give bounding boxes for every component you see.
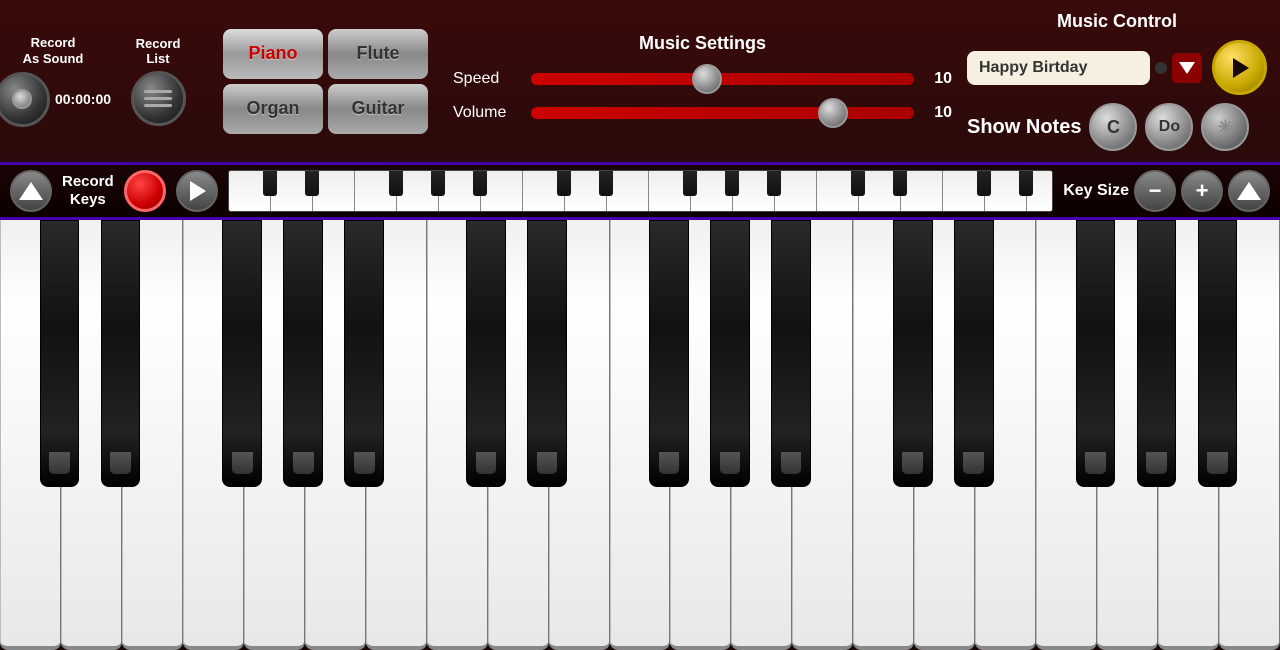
record-list-label-1: Record xyxy=(136,36,181,51)
top-bar: Record As Sound 00:00:00 Record List Pia… xyxy=(0,0,1280,165)
instrument-row: Piano Flute xyxy=(223,29,428,79)
record-list-button[interactable] xyxy=(131,71,186,126)
record-label-1: Record xyxy=(31,35,76,50)
record-keys-bar: Record Keys Key Size − + xyxy=(0,165,1280,220)
instrument-buttons: Piano Flute Organ Guitar xyxy=(223,29,428,134)
music-control-section: Music Control Happy Birtday Show Notes C… xyxy=(962,6,1272,156)
black-key[interactable] xyxy=(283,220,323,487)
record-label-2: As Sound xyxy=(23,51,84,66)
song-dropdown-button[interactable] xyxy=(1172,53,1202,83)
note-extra-icon: ✳ xyxy=(1218,117,1233,138)
speed-value: 10 xyxy=(922,70,952,88)
key-size-label: Key Size xyxy=(1063,182,1129,200)
music-settings-title: Music Settings xyxy=(639,33,766,54)
black-key[interactable] xyxy=(1137,220,1177,487)
note-extra-button[interactable]: ✳ xyxy=(1201,103,1249,151)
volume-slider-knob[interactable] xyxy=(818,98,848,128)
volume-row: Volume 10 xyxy=(453,101,952,125)
play-icon xyxy=(1233,58,1249,78)
speed-slider-knob[interactable] xyxy=(692,64,722,94)
show-notes-row: Show Notes C Do ✳ xyxy=(967,103,1267,151)
play-icon-keys xyxy=(190,181,206,201)
key-size-increase-button[interactable]: + xyxy=(1181,170,1223,212)
speed-slider-track xyxy=(531,73,914,85)
speed-slider-container xyxy=(531,67,914,91)
record-list-section: Record List xyxy=(108,36,208,126)
black-key[interactable] xyxy=(101,220,141,487)
key-size-decrease-button[interactable]: − xyxy=(1134,170,1176,212)
instrument-piano-button[interactable]: Piano xyxy=(223,29,323,79)
black-key[interactable] xyxy=(1198,220,1238,487)
black-key[interactable] xyxy=(40,220,80,487)
volume-slider-container xyxy=(531,101,914,125)
speed-row: Speed 10 xyxy=(453,67,952,91)
note-do-label: Do xyxy=(1159,118,1180,136)
key-size-up-button[interactable] xyxy=(1228,170,1270,212)
black-key[interactable] xyxy=(954,220,994,487)
music-control-title: Music Control xyxy=(1057,11,1177,32)
record-keys-record-button[interactable] xyxy=(124,170,166,212)
black-key[interactable] xyxy=(344,220,384,487)
key-size-up-icon xyxy=(1237,182,1261,200)
main-piano xyxy=(0,220,1280,650)
volume-label: Volume xyxy=(453,104,523,122)
speed-label: Speed xyxy=(453,70,523,88)
black-key[interactable] xyxy=(527,220,567,487)
note-c-label: C xyxy=(1107,117,1120,138)
list-icon xyxy=(136,82,180,115)
black-key[interactable] xyxy=(771,220,811,487)
show-notes-label: Show Notes xyxy=(967,116,1081,139)
black-key[interactable] xyxy=(710,220,750,487)
record-as-sound-label: Record As Sound xyxy=(23,35,84,66)
music-play-button[interactable] xyxy=(1212,40,1267,95)
up-arrow-icon xyxy=(19,182,43,200)
note-c-button[interactable]: C xyxy=(1089,103,1137,151)
record-list-label-2: List xyxy=(146,51,169,66)
record-as-sound-section: Record As Sound 00:00:00 xyxy=(8,35,98,126)
volume-value: 10 xyxy=(922,104,952,122)
record-keys-up-button[interactable] xyxy=(10,170,52,212)
chevron-down-icon xyxy=(1179,62,1195,74)
instrument-guitar-button[interactable]: Guitar xyxy=(328,84,428,134)
record-sound-row: 00:00:00 xyxy=(0,72,111,127)
volume-slider-track xyxy=(531,107,914,119)
record-keys-play-button[interactable] xyxy=(176,170,218,212)
record-knob-inner xyxy=(12,89,32,109)
instrument-organ-button[interactable]: Organ xyxy=(223,84,323,134)
song-dot-indicator xyxy=(1155,62,1167,74)
record-keys-label: Record Keys xyxy=(62,173,114,209)
song-name-display: Happy Birtday xyxy=(967,51,1150,85)
song-selector-row: Happy Birtday xyxy=(967,40,1267,95)
key-size-section: Key Size − + xyxy=(1063,170,1270,212)
instrument-row-2: Organ Guitar xyxy=(223,84,428,134)
instrument-flute-button[interactable]: Flute xyxy=(328,29,428,79)
rk-label-1: Record xyxy=(62,173,114,190)
music-settings-section: Music Settings Speed 10 Volume 10 xyxy=(443,28,962,135)
note-do-button[interactable]: Do xyxy=(1145,103,1193,151)
record-list-label: Record List xyxy=(136,36,181,66)
black-key[interactable] xyxy=(222,220,262,487)
record-as-sound-button[interactable] xyxy=(0,72,50,127)
black-key[interactable] xyxy=(1076,220,1116,487)
black-key[interactable] xyxy=(893,220,933,487)
rk-label-2: Keys xyxy=(70,191,106,208)
black-key[interactable] xyxy=(649,220,689,487)
black-key[interactable] xyxy=(466,220,506,487)
mini-piano-strip xyxy=(228,170,1054,212)
timer-display: 00:00:00 xyxy=(55,91,111,107)
